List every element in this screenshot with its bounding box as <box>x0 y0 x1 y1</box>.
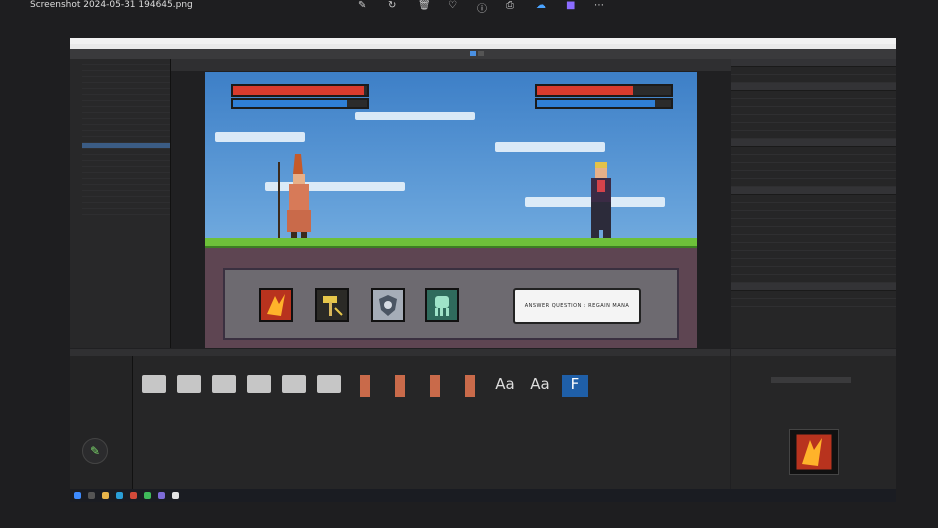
more-icon[interactable]: ⋯ <box>594 0 604 11</box>
edge-icon[interactable] <box>116 492 123 499</box>
asset-folder[interactable] <box>317 375 343 393</box>
asset-font[interactable]: Aa <box>492 375 518 397</box>
enemy-character <box>581 160 621 242</box>
asset-inspector <box>731 349 896 489</box>
viewer-title: Screenshot 2024-05-31 194645.png <box>30 0 193 10</box>
search-icon[interactable] <box>88 492 95 499</box>
start-icon[interactable] <box>74 492 81 499</box>
asset-font[interactable]: F <box>562 375 588 397</box>
app-taskbar-icon[interactable] <box>158 492 165 499</box>
taskbar <box>70 489 896 502</box>
asset-folder[interactable] <box>177 375 203 393</box>
heart-icon[interactable]: ♡ <box>448 0 457 11</box>
asset-sprite[interactable] <box>387 375 413 397</box>
explorer-icon[interactable] <box>102 492 109 499</box>
asset-font[interactable]: Aa <box>527 375 553 397</box>
player-mana-bar <box>231 98 369 109</box>
player-character <box>271 152 321 242</box>
app-taskbar-icon[interactable] <box>130 492 137 499</box>
enemy-hp-bar <box>535 84 673 97</box>
asset-sprite[interactable] <box>422 375 448 397</box>
asset-sprite[interactable] <box>457 375 483 397</box>
project-folder-tree[interactable] <box>70 356 133 489</box>
hammer-ability-icon[interactable] <box>315 288 349 322</box>
play-icon[interactable] <box>470 51 476 56</box>
shield-ability-icon[interactable] <box>371 288 405 322</box>
asset-folder[interactable] <box>247 375 273 393</box>
asset-folder[interactable] <box>212 375 238 393</box>
font-glyph: Aa <box>495 375 515 393</box>
editor-toolbar <box>70 49 896 59</box>
enemy-mana-bar <box>535 98 673 109</box>
inspector-button[interactable] <box>771 377 851 383</box>
font-glyph: Aa <box>530 375 550 393</box>
asset-preview <box>789 429 839 475</box>
game-view[interactable]: ANSWER QUESTION : REGAIN MANA <box>205 72 697 348</box>
hierarchy-panel <box>70 59 171 348</box>
project-tabs[interactable] <box>70 349 730 356</box>
ground-platform: ANSWER QUESTION : REGAIN MANA <box>205 238 697 348</box>
grass-strip <box>205 238 697 248</box>
asset-folder[interactable] <box>142 375 168 393</box>
app-taskbar-icon[interactable] <box>144 492 151 499</box>
print-icon[interactable]: ⎙ <box>506 0 514 11</box>
delete-icon[interactable]: 🗑 <box>418 0 431 11</box>
asset-sprite[interactable] <box>352 375 378 397</box>
fire-ability-icon[interactable] <box>259 288 293 322</box>
spirit-ability-icon[interactable] <box>425 288 459 322</box>
answer-question-button[interactable]: ANSWER QUESTION : REGAIN MANA <box>513 288 641 324</box>
viewer-title-bar: Screenshot 2024-05-31 194645.png ✎ ↻ 🗑 ♡… <box>0 0 938 15</box>
cloud-icon[interactable]: ☁ <box>536 0 546 11</box>
info-icon[interactable]: ⓘ <box>477 0 487 15</box>
font-glyph: F <box>562 375 588 397</box>
unity-icon[interactable] <box>172 492 179 499</box>
pen-icon[interactable]: ✎ <box>82 438 108 464</box>
project-panel: Aa Aa F <box>70 349 730 489</box>
pause-icon[interactable] <box>478 51 484 56</box>
scene-game-tabs[interactable] <box>171 59 731 71</box>
player-hp-bar <box>231 84 369 97</box>
app-icon[interactable]: ■ <box>566 0 575 11</box>
rotate-icon[interactable]: ↻ <box>388 0 396 11</box>
edit-icon[interactable]: ✎ <box>358 0 366 11</box>
asset-folder[interactable] <box>282 375 308 393</box>
inspector-panel <box>731 59 896 348</box>
editor-screenshot: ANSWER QUESTION : REGAIN MANA Aa Aa F <box>70 38 896 502</box>
action-board: ANSWER QUESTION : REGAIN MANA <box>223 268 679 340</box>
